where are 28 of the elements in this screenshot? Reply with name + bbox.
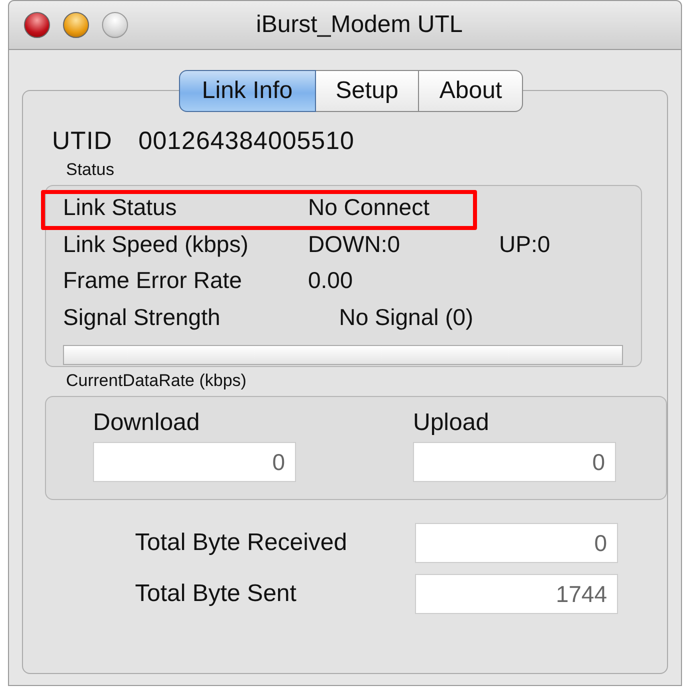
status-value: 0.00: [308, 267, 354, 295]
close-button[interactable]: [24, 12, 50, 38]
tab[interactable]: Link Info: [178, 70, 316, 112]
window-title: iBurst_Modem UTL: [256, 11, 463, 39]
field-label: Upload: [413, 409, 490, 437]
minimize-button[interactable]: [63, 12, 89, 38]
field-label: Download: [93, 409, 201, 437]
status-label: Signal Strength: [63, 304, 222, 332]
status-label: Link Speed (kbps): [63, 230, 250, 259]
group-title: Status: [66, 160, 116, 180]
value-field[interactable]: 1744: [415, 574, 618, 614]
value-field[interactable]: 0: [413, 442, 616, 482]
tab[interactable]: Setup: [316, 70, 420, 112]
utid-value: 001264384005510: [138, 127, 354, 156]
zoom-button[interactable]: [102, 12, 128, 38]
status-value: No Signal (0): [339, 304, 474, 332]
group-title: CurrentDataRate (kbps): [66, 371, 248, 391]
status-value: No Connect: [308, 194, 430, 222]
status-value: DOWN:0: [308, 230, 401, 258]
field-label: Total Byte Sent: [135, 580, 298, 608]
field-label: Total Byte Received: [135, 529, 348, 557]
value-field[interactable]: 0: [93, 442, 296, 482]
utid-label: UTID: [52, 127, 112, 156]
status-label: Frame Error Rate: [63, 267, 243, 295]
tab[interactable]: About: [419, 70, 524, 112]
status-label: Link Status: [63, 194, 178, 222]
value-field[interactable]: 0: [415, 523, 618, 563]
status-value: UP:0: [499, 230, 550, 258]
